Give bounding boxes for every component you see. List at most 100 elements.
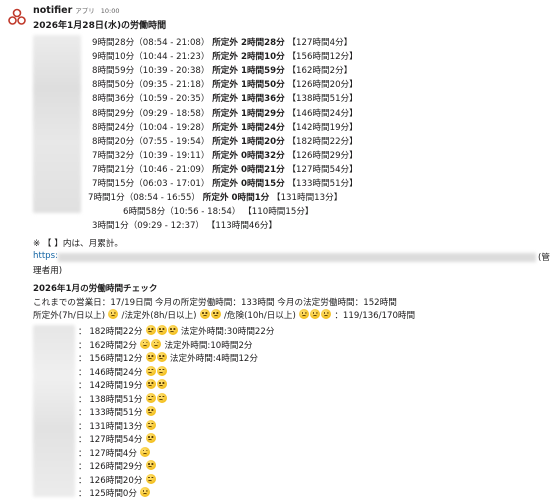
overtime: 所定外 0時間32分: [212, 150, 285, 161]
threshold-values: ：119/136/170時間: [334, 311, 416, 321]
check-row: ： 162時間2分 法定外時間:10時間2分: [78, 338, 253, 351]
monthly-total: 【126時間29分】: [287, 150, 358, 161]
monthly-total: 【131時間13分】: [272, 193, 343, 204]
sender-name[interactable]: notifier: [33, 5, 72, 16]
monthly-hours: 133時間51分: [89, 408, 143, 418]
avatar[interactable]: [6, 6, 28, 28]
overtime: 所定外 0時間1分: [202, 193, 270, 204]
worried-face-icon: [108, 309, 119, 319]
worried-face-icon: [321, 309, 332, 319]
redacted-names: [33, 35, 81, 213]
worktime-row: 7時間1分（08:54 - 16:55） 所定外 0時間1分 【131時間13分…: [88, 192, 342, 204]
worktime-row: 8時間36分（10:59 - 20:35） 所定外 1時間36分 【138時間5…: [92, 93, 358, 105]
hours-range: 3時間1分（09:29 - 12:37）: [92, 221, 205, 232]
worried-face-icon: [199, 309, 210, 319]
monthly-hours: 127時間54分: [89, 435, 143, 445]
check-title: 2026年1月の労働時間チェック: [33, 284, 158, 294]
monthly-total: 【113時間46分】: [206, 221, 278, 232]
legal-overtime: 法定外時間:30時間22分: [180, 327, 275, 337]
check-row: ： 138時間51分: [78, 392, 167, 406]
worried-face-icon: [145, 406, 156, 416]
monthly-hours: 126時間20分: [89, 475, 143, 486]
hours-range: 8時間50分（09:35 - 21:18）: [92, 80, 210, 91]
check-row: ： 142時間19分: [78, 379, 167, 392]
worktime-row: 6時間58分（10:56 - 18:54） 【110時間15分】: [123, 206, 314, 218]
worried-face-icon: [156, 365, 167, 376]
check-row: ： 182時間22分 法定外時間:30時間22分: [78, 325, 275, 337]
worried-face-icon: [140, 338, 151, 349]
threshold-label-3: /危険(10h/日以上): [224, 311, 296, 321]
legal-overtime: 法定外時間:10時間2分: [164, 340, 253, 351]
monthly-total: 【133時間51分】: [287, 179, 358, 189]
hours-range: 7時間15分（06:03 - 17:01）: [92, 179, 210, 189]
monthly-hours: 146時間24分: [89, 367, 143, 378]
worried-face-icon: [145, 365, 156, 376]
redacted-url[interactable]: [58, 253, 536, 262]
check-row: ： 127時間54分: [78, 433, 156, 446]
monthly-total: 【127時間54分】: [287, 164, 358, 175]
worried-face-icon: [145, 473, 156, 484]
hours-range: 9時間28分（08:54 - 21:08）: [92, 38, 210, 48]
check-row: ： 126時間29分: [78, 460, 156, 473]
worried-face-icon: [145, 352, 156, 362]
legal-overtime: 法定外時間:4時間12分: [169, 354, 258, 364]
worktime-row: 7時間32分（10:39 - 19:11） 所定外 0時間32分 【126時間2…: [92, 150, 358, 162]
worktime-row: 8時間50分（09:35 - 21:18） 所定外 1時間50分 【126時間2…: [92, 79, 358, 91]
monthly-total: 【182時間22分】: [287, 136, 358, 147]
check-row: ： 133時間51分: [78, 406, 156, 419]
monthly-hours: 142時間19分: [89, 381, 143, 391]
admin-link[interactable]: https:: [33, 251, 58, 261]
hours-range: 8時間36分（10:59 - 20:35）: [92, 94, 210, 105]
notifier-logo-icon: [8, 8, 26, 25]
summary-line: これまでの営業日：17/19日間 今月の所定労働時間：133時間 今月の法定労働…: [33, 298, 397, 308]
worried-face-icon: [299, 309, 310, 319]
check-row: ： 127時間4分: [78, 446, 151, 460]
monthly-total: 【142時間19分】: [287, 122, 358, 133]
monthly-total: 【110時間15分】: [243, 207, 314, 218]
link-suffix-line2: 理者用): [33, 266, 63, 276]
monthly-hours: 127時間4分: [89, 448, 137, 459]
overtime: 所定外 0時間15分: [212, 179, 285, 189]
message-title: 2026年1月28日(水)の労働時間: [33, 21, 167, 31]
check-row: ： 131時間13分: [78, 419, 156, 433]
hours-range: 8時間59分（10:39 - 20:38）: [92, 66, 210, 77]
monthly-hours: 182時間22分: [89, 327, 143, 337]
worktime-row: 7時間15分（06:03 - 17:01） 所定外 0時間15分 【133時間5…: [92, 178, 358, 190]
worried-face-icon: [156, 379, 167, 389]
monthly-total: 【146時間24分】: [287, 108, 358, 119]
overtime: 所定外 2時間28分: [212, 38, 285, 48]
app-badge: アプリ: [75, 7, 95, 15]
monthly-total: 【127時間4分】: [287, 38, 353, 48]
worktime-row: 3時間1分（09:29 - 12:37） 【113時間46分】: [92, 220, 277, 232]
overtime: 所定外 1時間36分: [212, 94, 285, 105]
worktime-row: 7時間21分（10:46 - 21:09） 所定外 0時間21分 【127時間5…: [92, 164, 358, 176]
worried-face-icon: [140, 487, 151, 497]
overtime: 所定外 1時間20分: [212, 136, 285, 147]
monthly-hours: 138時間51分: [89, 394, 143, 405]
threshold-label-1: 所定外(7h/日以上): [33, 311, 106, 321]
monthly-hours: 125時間0分: [89, 489, 137, 499]
worktime-row: 8時間20分（07:55 - 19:54） 所定外 1時間20分 【182時間2…: [92, 136, 358, 148]
monthly-hours: 126時間29分: [89, 462, 143, 472]
redacted-names-2: [33, 325, 75, 497]
check-row: ： 125時間0分: [78, 487, 151, 500]
worried-face-icon: [156, 352, 167, 362]
hours-range: 6時間58分（10:56 - 18:54）: [123, 207, 241, 218]
link-suffix: (管: [538, 253, 550, 263]
worried-face-icon: [145, 460, 156, 470]
worried-face-icon: [145, 325, 156, 335]
monthly-hours: 131時間13分: [89, 421, 143, 432]
monthly-total: 【138時間51分】: [287, 94, 358, 105]
hours-range: 7時間32分（10:39 - 19:11）: [92, 150, 210, 161]
threshold-line: 所定外(7h/日以上) /法定外(8h/日以上) /危険(10h/日以上) ：1…: [33, 309, 415, 321]
worried-face-icon: [210, 309, 221, 319]
threshold-label-2: /法定外(8h/日以上): [121, 311, 197, 321]
worried-face-icon: [151, 338, 162, 349]
worried-face-icon: [156, 392, 167, 403]
note-text: ※ 【 】内は、月累計。: [33, 239, 124, 249]
worried-face-icon: [145, 419, 156, 430]
message-timestamp[interactable]: 10:00: [101, 7, 120, 15]
worried-face-icon: [145, 392, 156, 403]
check-row: ： 126時間20分: [78, 473, 156, 487]
monthly-hours: 156時間12分: [89, 354, 143, 364]
